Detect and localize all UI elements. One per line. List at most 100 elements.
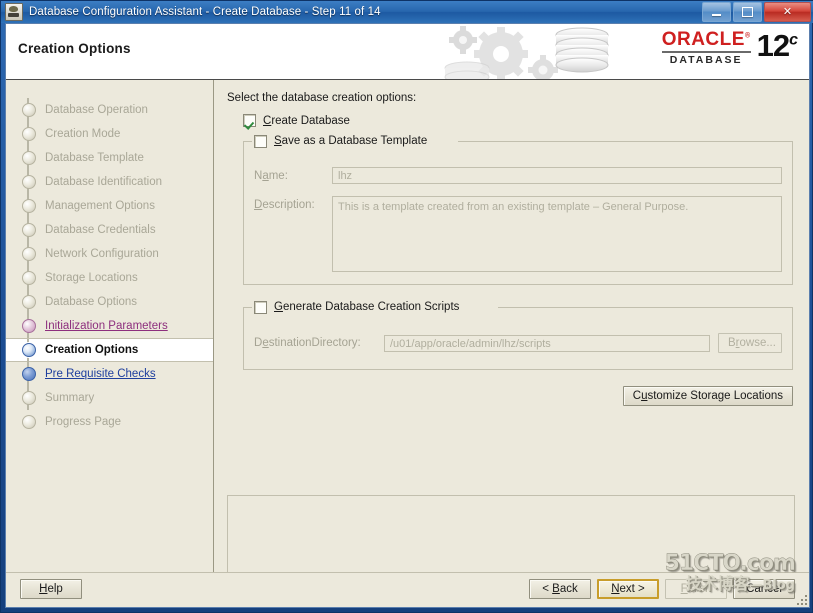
application-window: Database Configuration Assistant - Creat… (0, 0, 813, 613)
minimize-button[interactable] (702, 2, 731, 22)
customize-storage-locations-button[interactable]: Customize Storage Locations (622, 386, 793, 406)
title-bar: Database Configuration Assistant - Creat… (1, 1, 813, 23)
generate-scripts-group: Generate Database Creation Scripts Desti… (243, 299, 793, 370)
client-area: Creation Options ORACLE® DATABASE 12c Da… (5, 23, 810, 608)
main-content: Select the database creation options: Cr… (215, 80, 809, 607)
group-border-left (244, 141, 252, 142)
generate-scripts-mnemonic: G (274, 301, 283, 313)
sidebar-item-storage-locations[interactable]: Storage Locations (6, 266, 213, 290)
close-icon[interactable]: ✕ (764, 2, 811, 22)
sidebar-item-label: Progress Page (45, 416, 122, 428)
back-mnemonic: B (552, 583, 560, 595)
sidebar-item-label: Initialization Parameters (45, 320, 168, 332)
save-template-group: Save as a Database Template Name: lhz De… (243, 133, 793, 285)
help-button[interactable]: Help (20, 579, 82, 599)
sidebar-item-database-operation[interactable]: Database Operation (6, 98, 213, 122)
step-bullet-icon (22, 271, 36, 285)
save-template-label: Save as a Database Template (274, 135, 427, 147)
next-mnemonic: N (611, 583, 620, 595)
sidebar-item-progress-page[interactable]: Progress Page (6, 410, 213, 434)
step-bullet-icon (22, 127, 36, 141)
page-banner: Creation Options ORACLE® DATABASE 12c (6, 24, 809, 80)
step-bullet-icon (22, 175, 36, 189)
group-border-left (244, 307, 252, 308)
customize-storage-mnemonic: u (641, 390, 648, 402)
destination-directory-row: DestinationDirectory: /u01/app/oracle/ad… (254, 333, 782, 353)
oracle-product-label: DATABASE (669, 54, 743, 66)
message-panel (227, 495, 795, 573)
oracle-wordmark: ORACLE® DATABASE (661, 29, 751, 67)
version-suffix: c (789, 31, 798, 49)
create-database-checkbox[interactable] (243, 114, 256, 127)
cancel-button[interactable]: Cancel (733, 579, 795, 599)
next-button[interactable]: Next > (597, 579, 659, 599)
window-controls: ✕ (702, 2, 811, 22)
back-button[interactable]: < Back (529, 579, 591, 599)
sidebar-item-label: Database Identification (45, 176, 162, 188)
destination-directory-mnemonic: e (262, 337, 269, 349)
browse-mnemonic: r (735, 337, 740, 349)
save-template-mnemonic: S (274, 135, 282, 147)
step-bullet-icon (22, 199, 36, 213)
destination-directory-input[interactable]: /u01/app/oracle/admin/lhz/scripts (384, 334, 710, 352)
sidebar-item-label: Pre Requisite Checks (45, 368, 156, 380)
help-label-rest: elp (47, 583, 63, 595)
sidebar-item-label: Creation Mode (45, 128, 121, 140)
window-title: Database Configuration Assistant - Creat… (29, 6, 381, 18)
resize-grip[interactable] (795, 593, 807, 605)
oracle-brand-label: ORACLE (661, 29, 745, 50)
step-bullet-icon (22, 415, 36, 429)
step-bullet-icon (22, 295, 36, 309)
page-title: Creation Options (18, 41, 131, 56)
sidebar-item-initialization-parameters[interactable]: Initialization Parameters (6, 314, 213, 338)
save-template-checkbox[interactable] (254, 134, 267, 148)
instruction-text: Select the database creation options: (227, 92, 417, 104)
sidebar-item-database-template[interactable]: Database Template (6, 146, 213, 170)
template-description-input[interactable]: This is a template created from an exist… (332, 196, 782, 272)
sidebar-item-label: Network Configuration (45, 248, 159, 260)
group-border-right (498, 307, 792, 308)
sidebar-item-network-configuration[interactable]: Network Configuration (6, 242, 213, 266)
template-name-row: Name: lhz (254, 167, 782, 184)
sidebar-item-label: Database Operation (45, 104, 148, 116)
create-database-label-rest: reate Database (271, 114, 350, 127)
sidebar-item-creation-options[interactable]: Creation Options (6, 338, 213, 363)
step-bullet-icon (22, 151, 36, 165)
create-database-row[interactable]: Create Database (243, 114, 795, 127)
sidebar-item-database-identification[interactable]: Database Identification (6, 170, 213, 194)
generate-scripts-label: Generate Database Creation Scripts (274, 301, 459, 313)
sidebar-item-database-credentials[interactable]: Database Credentials (6, 218, 213, 242)
template-description-mnemonic: D (254, 199, 263, 211)
step-bullet-icon (22, 319, 36, 333)
steps-sidebar: Database Operation Creation Mode Databas… (6, 80, 214, 607)
sidebar-item-label: Database Credentials (45, 224, 156, 236)
save-template-legend[interactable]: Save as a Database Template (252, 133, 434, 149)
navigation-buttons: < Back Next > Finish Cancel (529, 579, 795, 599)
step-bullet-icon (22, 223, 36, 237)
sidebar-item-label: Creation Options (45, 344, 139, 356)
maximize-button[interactable] (733, 2, 762, 22)
step-bullet-icon (22, 343, 36, 357)
finish-mnemonic: F (680, 583, 688, 595)
sidebar-item-summary[interactable]: Summary (6, 386, 213, 410)
generate-scripts-legend[interactable]: Generate Database Creation Scripts (252, 299, 466, 315)
template-name-input[interactable]: lhz (332, 167, 782, 184)
generate-scripts-checkbox[interactable] (254, 300, 267, 314)
finish-button[interactable]: Finish (665, 579, 727, 599)
template-name-mnemonic: a (262, 170, 269, 182)
sidebar-item-management-options[interactable]: Management Options (6, 194, 213, 218)
sidebar-item-label: Database Template (45, 152, 144, 164)
browse-button[interactable]: Browse... (718, 333, 782, 353)
logo-divider (661, 51, 751, 53)
destination-directory-label: DestinationDirectory: (254, 337, 361, 349)
sidebar-item-label: Storage Locations (45, 272, 138, 284)
sidebar-item-pre-requisite-checks[interactable]: Pre Requisite Checks (6, 362, 213, 386)
sidebar-item-creation-mode[interactable]: Creation Mode (6, 122, 213, 146)
version-number: 12 (756, 28, 790, 63)
generate-scripts-label-rest: enerate Database Creation Scripts (282, 301, 460, 313)
application-icon (5, 3, 23, 21)
sidebar-item-label: Management Options (45, 200, 155, 212)
sidebar-item-database-options[interactable]: Database Options (6, 290, 213, 314)
step-bullet-icon (22, 391, 36, 405)
registered-mark-icon: ® (744, 32, 751, 40)
